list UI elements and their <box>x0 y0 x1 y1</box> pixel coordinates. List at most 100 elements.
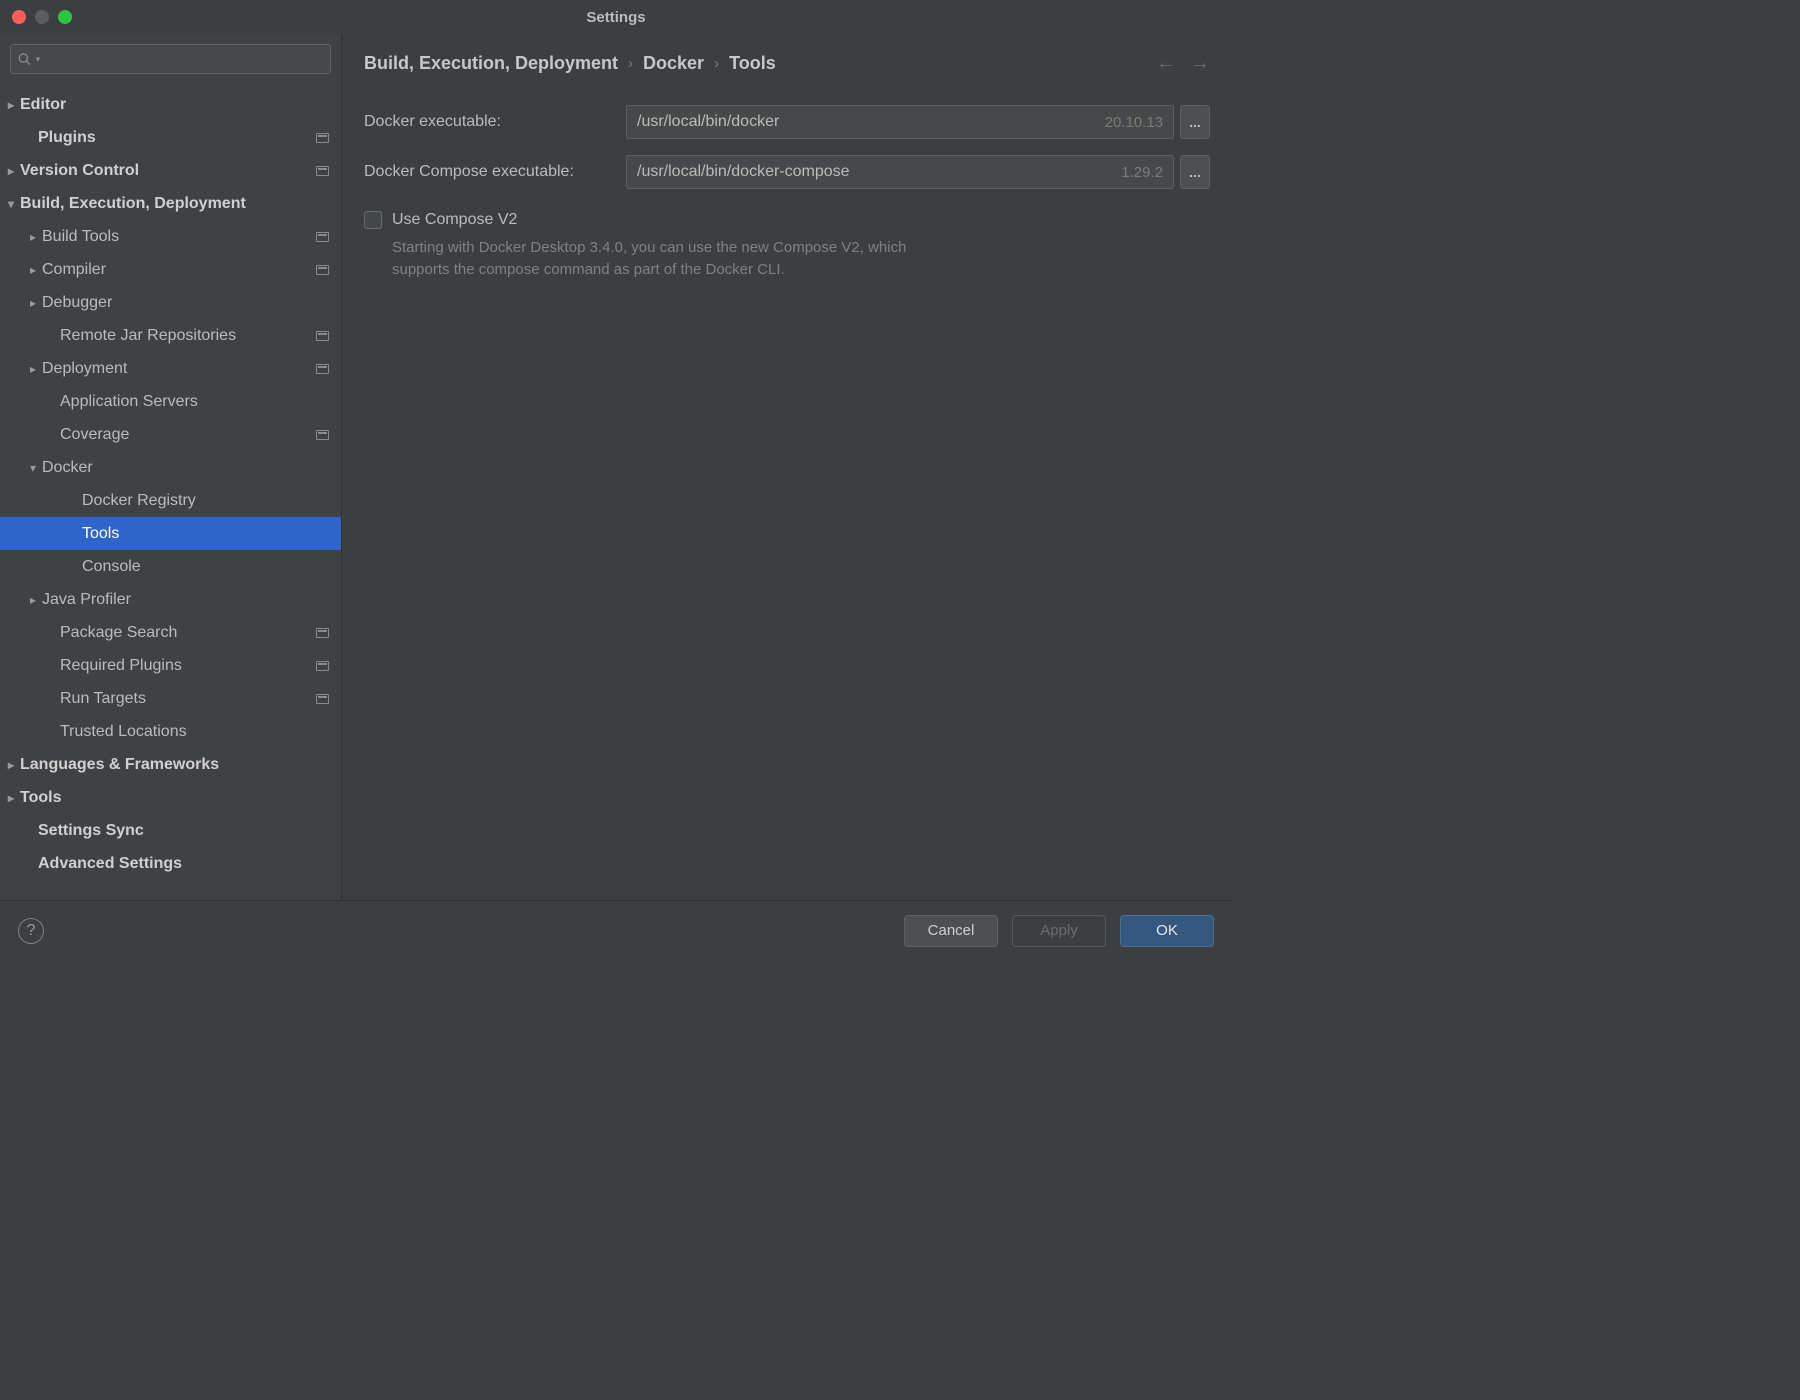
ok-button[interactable]: OK <box>1120 915 1214 947</box>
apply-button: Apply <box>1012 915 1106 947</box>
breadcrumb-docker[interactable]: Docker <box>643 53 704 74</box>
chevron-right-icon[interactable]: ▸ <box>24 296 42 310</box>
tree-item-label: Deployment <box>42 360 308 378</box>
tree-item[interactable]: ▸Debugger <box>0 286 341 319</box>
tree-item[interactable]: Package Search <box>0 616 341 649</box>
chevron-right-icon[interactable]: ▸ <box>2 98 20 112</box>
compose-exe-version: 1.29.2 <box>1121 164 1163 181</box>
chevron-right-icon[interactable]: ▸ <box>2 791 20 805</box>
tree-item-label: Compiler <box>42 261 308 279</box>
tree-item[interactable]: ▸Version Control <box>0 154 341 187</box>
nav-back-icon[interactable]: ← <box>1156 52 1176 75</box>
search-dropdown-icon[interactable]: ▾ <box>36 54 41 65</box>
chevron-down-icon[interactable]: ▾ <box>24 461 42 475</box>
chevron-right-icon[interactable]: ▸ <box>2 164 20 178</box>
tree-item-label: Java Profiler <box>42 591 329 609</box>
titlebar: Settings <box>0 0 1232 34</box>
tree-item-label: Build Tools <box>42 228 308 246</box>
settings-tree: ▸EditorPlugins▸Version Control▾Build, Ex… <box>0 82 341 900</box>
docker-exe-field[interactable]: /usr/local/bin/docker 20.10.13 <box>626 105 1174 139</box>
tree-item-label: Tools <box>20 789 329 807</box>
maximize-window-icon[interactable] <box>58 10 72 24</box>
tree-item[interactable]: Trusted Locations <box>0 715 341 748</box>
tree-item[interactable]: Console <box>0 550 341 583</box>
chevron-right-icon: › <box>628 55 633 72</box>
project-scope-icon <box>316 166 329 176</box>
window-title: Settings <box>586 9 645 26</box>
tree-item[interactable]: Tools <box>0 517 341 550</box>
project-scope-icon <box>316 430 329 440</box>
tree-item[interactable]: ▸Languages & Frameworks <box>0 748 341 781</box>
tree-item-label: Settings Sync <box>38 822 329 840</box>
tree-item-label: Trusted Locations <box>60 723 329 741</box>
nav-forward-icon[interactable]: → <box>1190 52 1210 75</box>
search-input[interactable]: ▾ <box>10 44 331 74</box>
tree-item-label: Languages & Frameworks <box>20 756 329 774</box>
tree-item-label: Docker Registry <box>82 492 329 510</box>
search-icon <box>17 51 32 67</box>
project-scope-icon <box>316 628 329 638</box>
close-window-icon[interactable] <box>12 10 26 24</box>
main-panel: Build, Execution, Deployment › Docker › … <box>342 34 1232 900</box>
tree-item-label: Coverage <box>60 426 308 444</box>
cancel-button[interactable]: Cancel <box>904 915 998 947</box>
breadcrumb-bed[interactable]: Build, Execution, Deployment <box>364 53 618 74</box>
tree-item[interactable]: ▸Build Tools <box>0 220 341 253</box>
tree-item[interactable]: ▸Java Profiler <box>0 583 341 616</box>
tree-item[interactable]: ▸Tools <box>0 781 341 814</box>
breadcrumb: Build, Execution, Deployment › Docker › … <box>364 53 776 74</box>
chevron-right-icon[interactable]: ▸ <box>24 263 42 277</box>
tree-item[interactable]: Settings Sync <box>0 814 341 847</box>
project-scope-icon <box>316 364 329 374</box>
tree-item-label: Debugger <box>42 294 329 312</box>
tree-item[interactable]: Required Plugins <box>0 649 341 682</box>
chevron-right-icon: › <box>714 55 719 72</box>
docker-exe-version: 20.10.13 <box>1105 114 1163 131</box>
tree-item[interactable]: ▸Deployment <box>0 352 341 385</box>
tree-item-label: Package Search <box>60 624 308 642</box>
tree-item-label: Plugins <box>38 129 308 147</box>
project-scope-icon <box>316 232 329 242</box>
minimize-window-icon[interactable] <box>35 10 49 24</box>
tree-item-label: Console <box>82 558 329 576</box>
tree-item[interactable]: Application Servers <box>0 385 341 418</box>
tree-item-label: Build, Execution, Deployment <box>20 195 329 213</box>
sidebar: ▾ ▸EditorPlugins▸Version Control▾Build, … <box>0 34 342 900</box>
tree-item[interactable]: Docker Registry <box>0 484 341 517</box>
chevron-right-icon[interactable]: ▸ <box>24 362 42 376</box>
tree-item[interactable]: ▸Compiler <box>0 253 341 286</box>
tree-item-label: Tools <box>82 525 329 543</box>
breadcrumb-tools: Tools <box>729 53 776 74</box>
tree-item-label: Required Plugins <box>60 657 308 675</box>
footer: ? Cancel Apply OK <box>0 900 1232 960</box>
tree-item[interactable]: Remote Jar Repositories <box>0 319 341 352</box>
compose-exe-field[interactable]: /usr/local/bin/docker-compose 1.29.2 <box>626 155 1174 189</box>
project-scope-icon <box>316 661 329 671</box>
compose-v2-help-text: Starting with Docker Desktop 3.4.0, you … <box>392 237 952 281</box>
project-scope-icon <box>316 133 329 143</box>
help-icon[interactable]: ? <box>18 918 44 944</box>
tree-item[interactable]: ▾Build, Execution, Deployment <box>0 187 341 220</box>
tree-item-label: Run Targets <box>60 690 308 708</box>
tree-item-label: Advanced Settings <box>38 855 329 873</box>
tree-item[interactable]: ▾Docker <box>0 451 341 484</box>
tree-item-label: Version Control <box>20 162 308 180</box>
chevron-down-icon[interactable]: ▾ <box>2 197 20 211</box>
docker-exe-label: Docker executable: <box>364 113 620 131</box>
tree-item[interactable]: Run Targets <box>0 682 341 715</box>
tree-item[interactable]: Coverage <box>0 418 341 451</box>
tree-item-label: Editor <box>20 96 329 114</box>
tree-item[interactable]: Advanced Settings <box>0 847 341 880</box>
chevron-right-icon[interactable]: ▸ <box>24 230 42 244</box>
tree-item-label: Docker <box>42 459 329 477</box>
window-controls <box>12 10 72 24</box>
use-compose-v2-checkbox[interactable] <box>364 211 382 229</box>
tree-item-label: Remote Jar Repositories <box>60 327 308 345</box>
search-field[interactable] <box>44 51 324 67</box>
tree-item[interactable]: ▸Editor <box>0 88 341 121</box>
chevron-right-icon[interactable]: ▸ <box>2 758 20 772</box>
tree-item[interactable]: Plugins <box>0 121 341 154</box>
compose-exe-browse-button[interactable]: ... <box>1180 155 1210 189</box>
docker-exe-browse-button[interactable]: ... <box>1180 105 1210 139</box>
chevron-right-icon[interactable]: ▸ <box>24 593 42 607</box>
